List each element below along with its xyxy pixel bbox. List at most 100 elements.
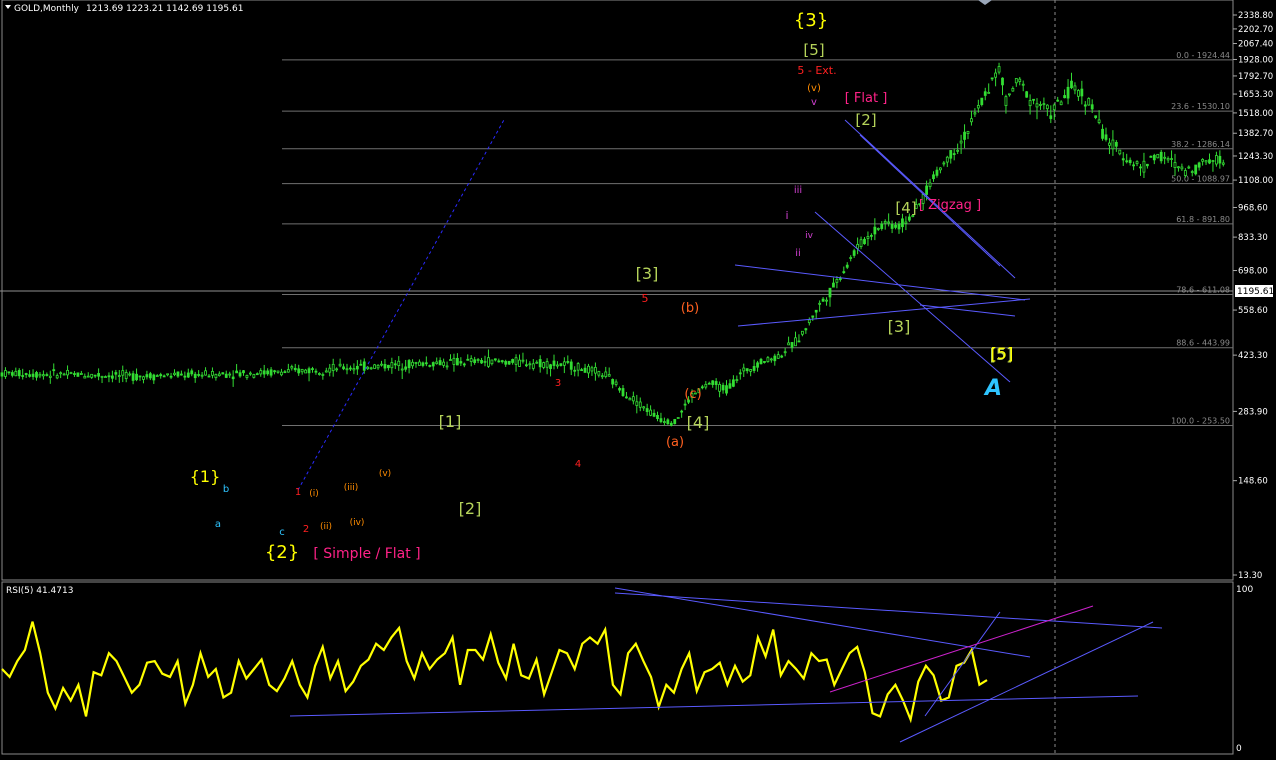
candle-body xyxy=(445,365,449,368)
candle-body xyxy=(1215,155,1218,165)
candle-body xyxy=(300,369,304,373)
candle-body xyxy=(276,370,280,373)
scroll-marker-icon[interactable] xyxy=(978,0,992,5)
candle-body xyxy=(428,365,432,367)
candle-body xyxy=(386,364,390,369)
candle-body xyxy=(649,409,652,416)
candle-body xyxy=(997,66,1001,73)
candle-body xyxy=(566,361,570,363)
candle-body xyxy=(438,360,442,366)
candle-body xyxy=(597,371,601,376)
candle-body xyxy=(680,410,684,413)
candle-body xyxy=(1128,159,1132,164)
candle-body xyxy=(48,375,52,378)
candle-body xyxy=(1070,80,1073,89)
candle-body xyxy=(483,360,487,363)
candle-body xyxy=(466,358,470,361)
candle-body xyxy=(545,361,549,368)
candle-body xyxy=(835,279,839,283)
brand-logo-icon: A xyxy=(983,376,1002,401)
candle-body xyxy=(169,375,173,378)
candle-body xyxy=(1101,128,1104,139)
candle-body xyxy=(976,105,980,109)
candle-body xyxy=(7,371,11,374)
candle-body xyxy=(1156,153,1160,159)
candle-body xyxy=(635,401,639,406)
ohlc-values: 1213.69 1223.21 1142.69 1195.61 xyxy=(86,4,243,14)
candle-body xyxy=(252,374,256,378)
candle-body xyxy=(221,372,225,375)
price-tick-label: 1792.70 xyxy=(1238,72,1273,82)
candle-body xyxy=(280,371,283,376)
candle-body xyxy=(352,368,356,371)
candle-body xyxy=(1142,160,1146,173)
candle-body xyxy=(1173,162,1177,168)
trendlines[interactable] xyxy=(297,117,1031,491)
candle-body xyxy=(1083,104,1087,107)
candle-body xyxy=(52,369,56,372)
candle-body xyxy=(707,382,711,385)
candle-body xyxy=(838,278,842,280)
candle-body xyxy=(152,374,156,381)
candle-body xyxy=(1114,141,1118,147)
candle-body xyxy=(111,375,114,379)
candle-body xyxy=(607,374,611,377)
candle-body xyxy=(725,385,728,394)
candle-body xyxy=(117,375,121,377)
candle-body xyxy=(400,368,404,371)
candle-body xyxy=(904,221,908,224)
candle-body xyxy=(518,359,521,367)
candle-body xyxy=(59,372,63,375)
chart-window[interactable]: 0.0 - 1924.44 23.6 - 1530.10 38.2 - 1286.1… xyxy=(0,0,1276,756)
candle-body xyxy=(435,361,439,364)
candle-body xyxy=(870,234,873,237)
candle-body xyxy=(4,370,7,377)
symbol-label: GOLD,Monthly xyxy=(14,4,80,14)
rsi-trendline xyxy=(829,605,1094,693)
candle-body xyxy=(173,372,176,375)
candle-body xyxy=(259,370,263,375)
candle-body xyxy=(38,373,42,377)
price-pane-frame xyxy=(1,0,1234,581)
candle-body xyxy=(366,366,370,370)
candle-body xyxy=(956,149,960,152)
candle-body xyxy=(718,384,721,392)
candle-body xyxy=(235,370,239,374)
candle-body xyxy=(845,264,849,268)
candle-body xyxy=(883,221,887,224)
candle-body xyxy=(331,363,335,371)
chart-canvas[interactable]: 0.0 - 1924.44 23.6 - 1530.10 38.2 - 1286.1… xyxy=(0,0,1276,756)
candle-body xyxy=(1077,90,1080,97)
candle-body xyxy=(676,417,680,419)
candle-body xyxy=(801,330,804,335)
candle-body xyxy=(1014,78,1018,84)
trendline xyxy=(814,211,1011,383)
candle-body xyxy=(404,366,408,370)
candle-body xyxy=(1018,78,1022,82)
candle-body xyxy=(587,365,590,374)
candle-body xyxy=(497,360,501,363)
dropdown-triangle-icon[interactable] xyxy=(5,5,11,9)
candle-body xyxy=(1152,154,1156,161)
candle-body xyxy=(317,373,321,375)
chart-header: GOLD,Monthly 1213.69 1223.21 1142.69 119… xyxy=(5,4,243,14)
candle-body xyxy=(552,360,556,366)
candle-body xyxy=(669,422,673,426)
price-candles xyxy=(0,62,1225,427)
wave-label: [3] xyxy=(888,317,911,336)
candle-body xyxy=(790,342,794,348)
price-tick-label: 833.30 xyxy=(1238,233,1268,243)
candle-body xyxy=(1180,166,1184,170)
candle-body xyxy=(945,156,949,163)
wave-label: {1} xyxy=(190,467,221,486)
candle-body xyxy=(990,77,994,80)
rsi-line xyxy=(1,621,988,724)
candle-body xyxy=(462,363,466,366)
candle-body xyxy=(842,271,846,274)
candle-body xyxy=(86,375,90,378)
candle-body xyxy=(932,174,935,180)
candle-body xyxy=(442,361,446,366)
trendline xyxy=(297,117,506,491)
candle-body xyxy=(166,373,170,376)
candle-body xyxy=(766,357,770,362)
